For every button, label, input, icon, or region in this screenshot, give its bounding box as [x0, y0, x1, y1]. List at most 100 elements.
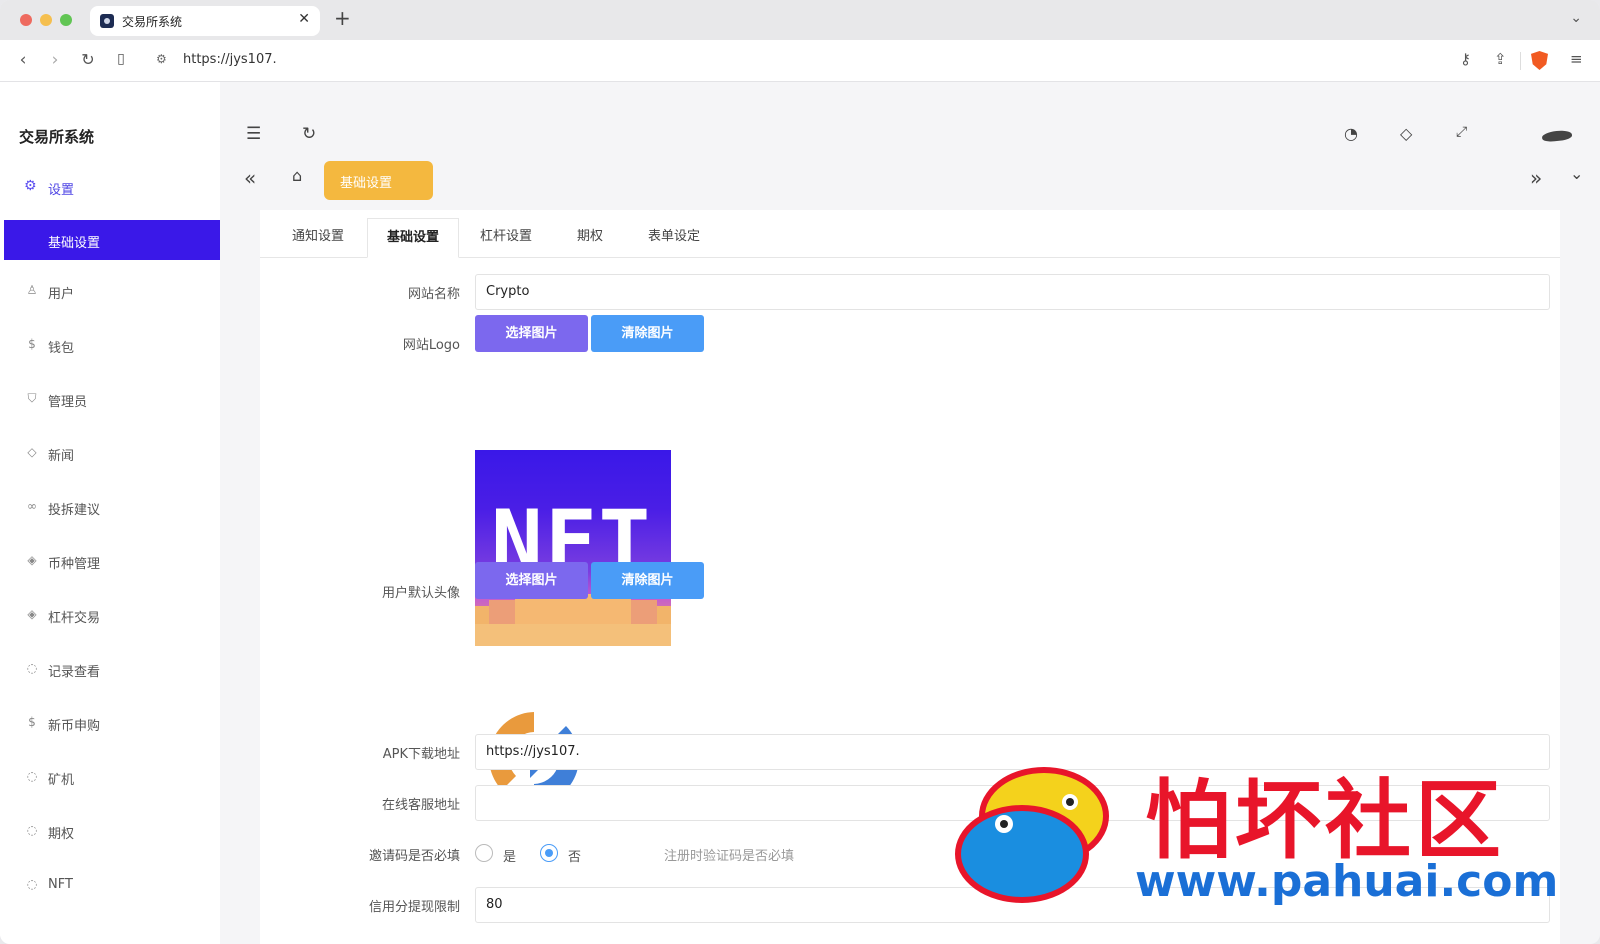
default-avatar-label: 用户默认头像	[381, 586, 460, 601]
watermark-logo	[955, 767, 1109, 903]
gear-icon: ⚙	[24, 178, 37, 194]
tab-form-settings[interactable]: 表单设定	[628, 218, 720, 258]
site-name-input[interactable]: Crypto	[475, 274, 1550, 310]
tab-label: 杠杆设置	[479, 229, 532, 244]
site-settings-icon[interactable]: ⚙	[156, 52, 167, 66]
tab-basic-settings[interactable]: 基础设置	[367, 218, 459, 258]
apk-url-label: APK下载地址	[382, 747, 460, 762]
dollar-icon: $	[28, 337, 36, 351]
tab-label: 期权	[576, 229, 603, 244]
tab-label: 基础设置	[386, 230, 439, 245]
refresh-icon: ◌	[26, 877, 38, 891]
site-logo-image: NFT	[475, 450, 671, 646]
sidebar-item-label: 记录查看	[48, 665, 101, 680]
credit-limit-label: 信用分提现限制	[368, 900, 460, 915]
invite-yes-label: 是	[503, 850, 517, 865]
key-icon[interactable]: ⚷	[1460, 50, 1471, 68]
refresh-icon: ◌	[26, 661, 38, 675]
tab-label: 表单设定	[647, 229, 700, 244]
breadcrumb-tab-label: 基础设置	[340, 176, 393, 191]
chevron-down-icon[interactable]: ⌄	[1570, 164, 1583, 183]
sidebar-item-admins[interactable]: ⛉ 管理员	[4, 380, 220, 420]
tab-close-icon[interactable]: ✕	[298, 11, 310, 27]
invite-required-label: 邀请码是否必填	[368, 849, 460, 864]
tab-list-chevron-icon[interactable]: ⌄	[1570, 10, 1582, 26]
fullscreen-icon[interactable]: ⤢	[1456, 124, 1467, 140]
sidebar-item-options[interactable]: ◌ 期权	[4, 812, 220, 852]
invite-no-label: 否	[568, 850, 582, 865]
user-icon: ♙	[26, 283, 38, 297]
sidebar-item-label: 杠杆交易	[48, 611, 101, 626]
browser-tab[interactable]: 交易所系统 ✕	[90, 6, 320, 36]
sidebar-item-label: 设置	[48, 183, 75, 198]
clear-avatar-button[interactable]: 清除图片	[591, 562, 704, 599]
sidebar-item-wallet[interactable]: $ 钱包	[4, 326, 220, 366]
invite-no-radio[interactable]	[540, 844, 558, 862]
toolbar-divider	[1520, 52, 1521, 70]
sidebar-item-feedback[interactable]: ∞ 投拆建议	[4, 488, 220, 528]
sidebar-item-settings[interactable]: ⚙ 设置	[4, 164, 220, 210]
sidebar-item-label: 钱包	[48, 341, 75, 356]
sidebar-item-label: 投拆建议	[48, 503, 101, 518]
sidebar-item-records[interactable]: ◌ 记录查看	[4, 650, 220, 690]
sidebar-item-label: 管理员	[48, 395, 88, 410]
sidebar-item-coins[interactable]: ◈ 币种管理	[4, 542, 220, 582]
menu-icon[interactable]: ≡	[1570, 50, 1583, 68]
reload-icon[interactable]: ↻	[77, 50, 99, 69]
sidebar-item-label: 基础设置	[48, 236, 101, 251]
browser-tab-bar: 交易所系统 ✕ + ⌄	[0, 0, 1600, 40]
sidebar-item-label: 新闻	[48, 449, 75, 464]
address-bar[interactable]: https://jys107.	[183, 52, 277, 67]
diamond-icon: ◈	[27, 607, 37, 621]
watermark-url: www.pahuai.com	[1135, 856, 1559, 907]
sidebar-item-miner[interactable]: ◌ 矿机	[4, 758, 220, 798]
sidebar-item-news[interactable]: ◇ 新闻	[4, 434, 220, 474]
forward-icon[interactable]: ›	[44, 50, 66, 70]
invite-yes-radio[interactable]	[475, 844, 493, 862]
bookmark-icon[interactable]: ▯	[110, 51, 132, 67]
sidebar-item-label: 用户	[48, 287, 75, 302]
tab-options[interactable]: 期权	[554, 218, 626, 258]
sidebar-item-users[interactable]: ♙ 用户	[4, 272, 220, 312]
link-icon: ∞	[27, 499, 37, 513]
shield-icon: ⛉	[27, 391, 37, 405]
sidebar-item-new-coin[interactable]: $ 新币申购	[4, 704, 220, 744]
scroll-right-icon[interactable]: »	[1530, 166, 1542, 190]
select-logo-button[interactable]: 选择图片	[475, 315, 588, 352]
scroll-left-icon[interactable]: «	[244, 166, 256, 190]
page-tabs: 通知设置 基础设置 杠杆设置 期权 表单设定	[260, 210, 1560, 258]
tab-label: 通知设置	[291, 229, 344, 244]
refresh-icon: ◌	[26, 823, 38, 837]
sidebar-item-label: 矿机	[48, 773, 75, 788]
sidebar-item-leverage[interactable]: ◈ 杠杆交易	[4, 596, 220, 636]
tag-icon[interactable]: ◇	[1400, 124, 1412, 143]
select-avatar-button[interactable]: 选择图片	[475, 562, 588, 599]
dollar-icon: $	[28, 715, 36, 729]
sidebar-item-basic-settings[interactable]: 基础设置	[4, 220, 220, 260]
minimize-window-button[interactable]	[40, 14, 52, 26]
collapse-menu-icon[interactable]: ☰	[246, 124, 261, 144]
close-window-button[interactable]	[20, 14, 32, 26]
new-tab-button[interactable]: +	[334, 8, 351, 28]
sidebar-item-label: 新币申购	[48, 719, 101, 734]
refresh-icon[interactable]: ↻	[302, 124, 316, 144]
clear-logo-button[interactable]: 清除图片	[591, 315, 704, 352]
refresh-icon: ◌	[26, 769, 38, 783]
breadcrumb-tab-basic-settings[interactable]: 基础设置	[324, 161, 433, 200]
palette-icon[interactable]: ◔	[1344, 124, 1358, 143]
sidebar-item-nft[interactable]: ◌ NFT	[4, 866, 220, 906]
maximize-window-button[interactable]	[60, 14, 72, 26]
site-name-label: 网站名称	[407, 287, 460, 302]
service-url-label: 在线客服地址	[381, 798, 460, 813]
avatar[interactable]	[1541, 129, 1573, 143]
tab-notification-settings[interactable]: 通知设置	[272, 218, 364, 258]
app-brand: 交易所系统	[19, 128, 95, 146]
site-logo-label: 网站Logo	[402, 338, 460, 353]
sidebar-item-label: 币种管理	[48, 557, 101, 572]
sidebar: 交易所系统 ⚙ 设置 基础设置 ♙ 用户 $ 钱包 ⛉ 管理员 ◇ 新闻 ∞ 投…	[0, 82, 220, 944]
brave-shield-icon[interactable]	[1531, 51, 1548, 70]
back-icon[interactable]: ‹	[12, 50, 34, 70]
share-icon[interactable]: ⇪	[1494, 50, 1507, 68]
tab-leverage-settings[interactable]: 杠杆设置	[460, 218, 552, 258]
home-icon[interactable]: ⌂	[292, 166, 302, 185]
